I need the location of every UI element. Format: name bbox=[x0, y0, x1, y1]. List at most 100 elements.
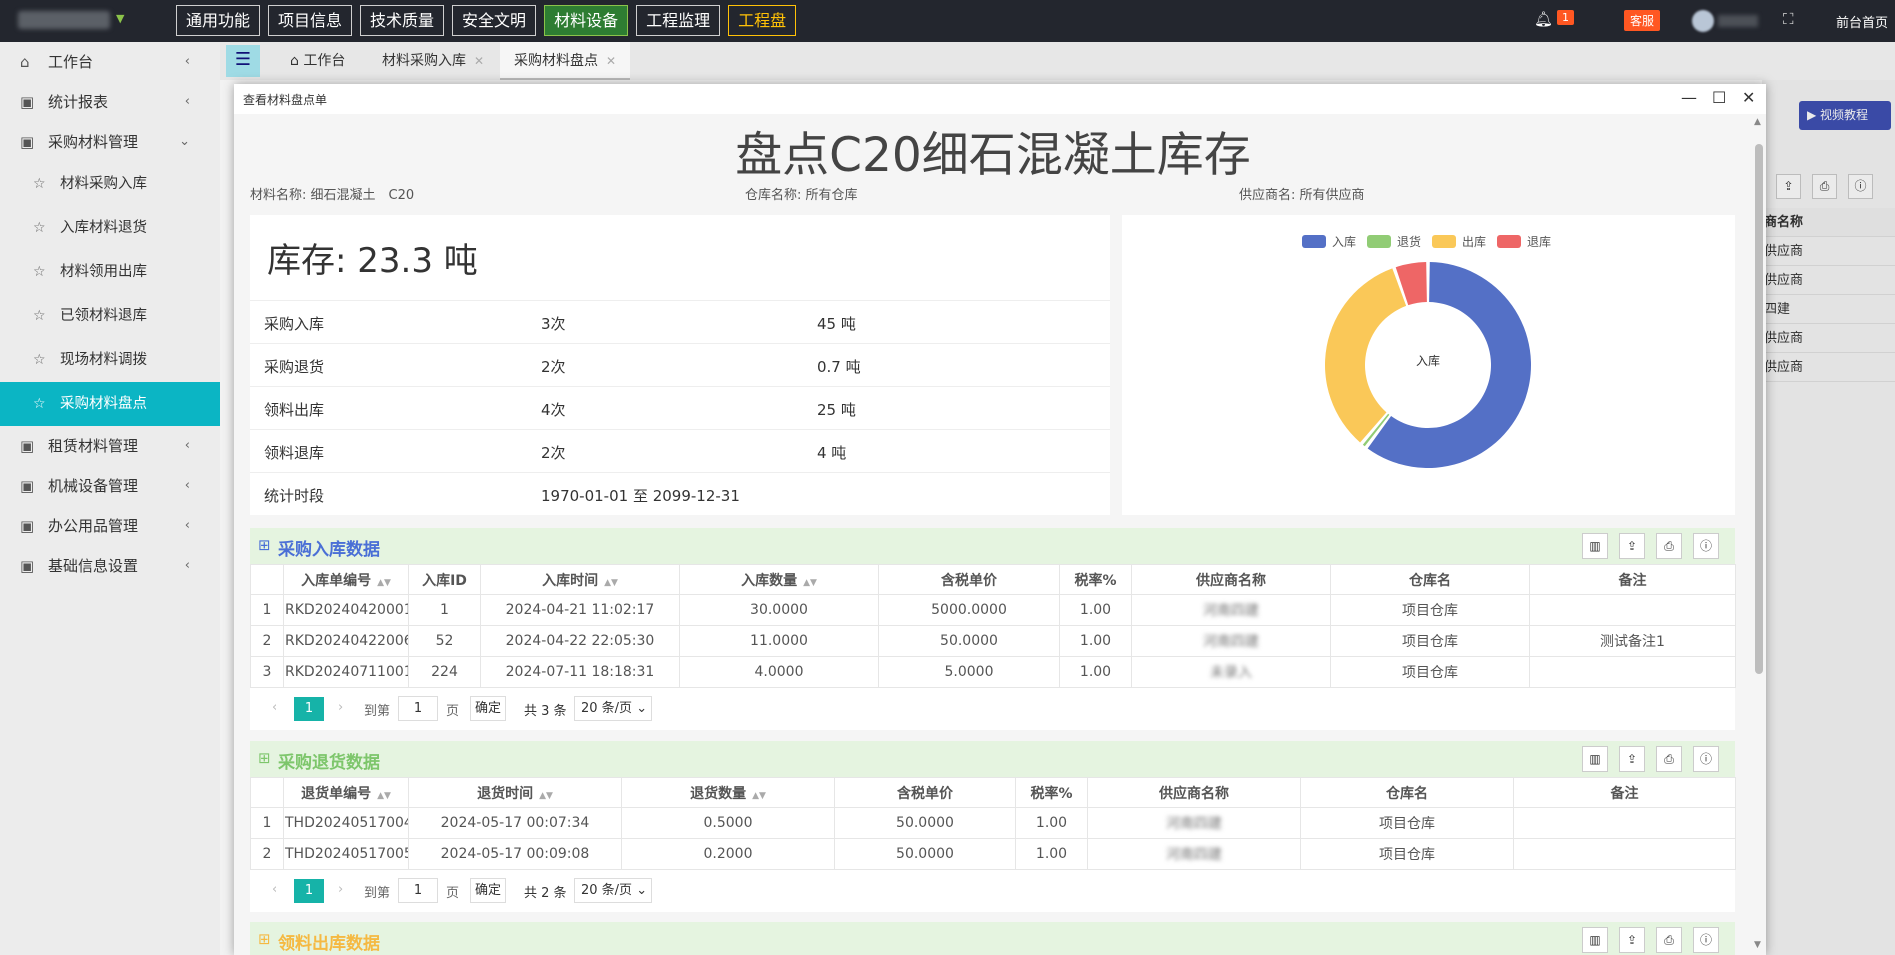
page-current[interactable]: 1 bbox=[294, 697, 324, 721]
report-icon: ▣ bbox=[20, 93, 35, 111]
sidebar-item-office[interactable]: ▣ 办公用品管理 ‹ bbox=[0, 506, 220, 546]
nav-materials[interactable]: 材料设备 bbox=[544, 5, 629, 36]
page-size-select[interactable]: 20 条/页 ⌄ bbox=[574, 878, 652, 903]
sidebar-sub-return[interactable]: ☆ 入库材料退货 bbox=[0, 206, 220, 250]
table-row[interactable]: 2 THD20240517005 2024-05-17 00:09:08 0.2… bbox=[250, 838, 1736, 870]
cell-remark bbox=[1513, 838, 1736, 870]
nav-safety[interactable]: 安全文明 bbox=[452, 5, 537, 36]
scroll-down-icon[interactable]: ▼ bbox=[1754, 940, 1761, 950]
sidebar-item-label: 机械设备管理 bbox=[48, 477, 139, 495]
table-row[interactable]: 1 RKD20240420001 1 2024-04-21 11:02:17 3… bbox=[250, 594, 1736, 626]
sidebar-sub-purchase-in[interactable]: ☆ 材料采购入库 bbox=[0, 162, 220, 206]
supplier-label: 供应商名: bbox=[1239, 188, 1296, 203]
export-icon[interactable]: ⇪ bbox=[1619, 927, 1645, 953]
print-icon[interactable]: ⎙ bbox=[1656, 746, 1682, 772]
sort-icon[interactable]: ▲▼ bbox=[377, 578, 391, 588]
service-button[interactable]: 客服 bbox=[1624, 10, 1661, 31]
cell-time: 2024-04-22 22:05:30 bbox=[480, 625, 680, 657]
sort-icon[interactable]: ▲▼ bbox=[377, 791, 391, 801]
sort-icon[interactable]: ▲▼ bbox=[539, 791, 553, 801]
cell-warehouse: 项目仓库 bbox=[1330, 625, 1530, 657]
cell-supplier: 未录入 bbox=[1131, 656, 1331, 688]
goto-confirm-button[interactable]: 确定 bbox=[470, 878, 506, 903]
donut-slice-出库[interactable] bbox=[1325, 268, 1407, 443]
prev-page-icon[interactable]: ‹ bbox=[272, 700, 277, 715]
sidebar-sub-issue[interactable]: ☆ 材料领用出库 bbox=[0, 250, 220, 294]
minimize-icon[interactable]: — bbox=[1681, 88, 1697, 107]
columns-icon[interactable]: ▥ bbox=[1582, 927, 1608, 953]
sidebar-sub-back-stock[interactable]: ☆ 已领材料退库 bbox=[0, 294, 220, 338]
sort-icon[interactable]: ▲▼ bbox=[803, 578, 817, 588]
user-name[interactable] bbox=[1718, 15, 1758, 27]
sidebar-item-machinery[interactable]: ▣ 机械设备管理 ‹ bbox=[0, 466, 220, 506]
scroll-up-icon[interactable]: ▲ bbox=[1754, 117, 1761, 127]
page-input[interactable]: 1 bbox=[398, 878, 438, 903]
prev-page-icon[interactable]: ‹ bbox=[272, 882, 277, 897]
next-page-icon[interactable]: › bbox=[338, 700, 343, 715]
columns-icon[interactable]: ▥ bbox=[1582, 746, 1608, 772]
sidebar-item-reports[interactable]: ▣ 统计报表 ‹ bbox=[0, 82, 220, 122]
notification-badge: 1 bbox=[1557, 10, 1574, 25]
menu-icon[interactable]: ☰ bbox=[226, 45, 260, 77]
sort-icon[interactable]: ▲▼ bbox=[604, 578, 618, 588]
column-header-sortable[interactable]: 退货时间 ▲▼ bbox=[408, 777, 622, 808]
chart-card: 入库 退货 出库 退库 入库 bbox=[1122, 215, 1735, 515]
close-icon[interactable]: ✕ bbox=[606, 54, 616, 68]
fullscreen-icon[interactable]: ⛶ bbox=[1783, 10, 1794, 28]
page-input[interactable]: 1 bbox=[398, 696, 438, 721]
sidebar-item-rental[interactable]: ▣ 租赁材料管理 ‹ bbox=[0, 426, 220, 466]
nav-tech-quality[interactable]: 技术质量 bbox=[360, 5, 445, 36]
tab-purchase-in[interactable]: 材料采购入库 ✕ bbox=[368, 42, 498, 80]
maximize-icon[interactable]: ☐ bbox=[1712, 88, 1726, 107]
sidebar-sub-inventory[interactable]: ☆ 采购材料盘点 bbox=[0, 382, 220, 426]
export-icon[interactable]: ⇪ bbox=[1619, 533, 1645, 559]
sidebar-item-workbench[interactable]: ⌂ 工作台 ‹ bbox=[0, 42, 220, 82]
supplier-value: 所有供应商 bbox=[1299, 188, 1365, 203]
scrollbar-thumb[interactable] bbox=[1755, 144, 1763, 674]
page-size-select[interactable]: 20 条/页 ⌄ bbox=[574, 696, 652, 721]
column-header-sortable[interactable]: 入库单编号 ▲▼ bbox=[283, 564, 409, 595]
column-header-sortable[interactable]: 入库时间 ▲▼ bbox=[480, 564, 680, 595]
report-icon: ▣ bbox=[20, 133, 35, 151]
info-icon[interactable]: ⓘ bbox=[1693, 927, 1719, 953]
sort-icon[interactable]: ▲▼ bbox=[752, 791, 766, 801]
info-icon[interactable]: ⓘ bbox=[1693, 533, 1719, 559]
table-row[interactable]: 2 RKD20240422006 52 2024-04-22 22:05:30 … bbox=[250, 625, 1736, 657]
cell-warehouse: 项目仓库 bbox=[1330, 656, 1530, 688]
print-icon[interactable]: ⎙ bbox=[1656, 533, 1682, 559]
page-current[interactable]: 1 bbox=[294, 879, 324, 903]
column-header-label: 入库时间 bbox=[542, 572, 599, 589]
cell-supplier: 河南四建 bbox=[1087, 838, 1301, 870]
nav-engineering[interactable]: 工程盘 bbox=[728, 5, 797, 36]
tab-inventory[interactable]: 采购材料盘点 ✕ bbox=[500, 42, 631, 80]
close-icon[interactable]: ✕ bbox=[1742, 88, 1755, 107]
sidebar-sub-transfer[interactable]: ☆ 现场材料调拨 bbox=[0, 338, 220, 382]
close-icon[interactable]: ✕ bbox=[474, 54, 484, 68]
info-icon[interactable]: ⓘ bbox=[1693, 746, 1719, 772]
nav-general[interactable]: 通用功能 bbox=[176, 5, 261, 36]
nav-project-info[interactable]: 项目信息 bbox=[268, 5, 353, 36]
export-icon[interactable]: ⇪ bbox=[1619, 746, 1645, 772]
modal-scrollbar[interactable]: ▲ ▼ bbox=[1752, 114, 1766, 955]
goto-confirm-button[interactable]: 确定 bbox=[470, 696, 506, 721]
column-header-sortable[interactable]: 退货数量 ▲▼ bbox=[621, 777, 835, 808]
table-row[interactable]: 1 THD20240517004 2024-05-17 00:07:34 0.5… bbox=[250, 807, 1736, 839]
tab-workbench[interactable]: ⌂ 工作台 bbox=[276, 42, 359, 80]
cell-quantity: 0.5000 bbox=[621, 807, 835, 839]
column-header: 供应商名称 bbox=[1087, 777, 1301, 808]
logo[interactable] bbox=[18, 11, 110, 29]
nav-supervision[interactable]: 工程监理 bbox=[636, 5, 721, 36]
table-row[interactable]: 3 RKD20240711001 224 2024-07-11 18:18:31… bbox=[250, 656, 1736, 688]
print-icon[interactable]: ⎙ bbox=[1656, 927, 1682, 953]
columns-icon[interactable]: ▥ bbox=[1582, 533, 1608, 559]
bell-icon[interactable]: 🔔︎ bbox=[1534, 10, 1553, 28]
chevron-down-icon[interactable]: ▼ bbox=[116, 12, 124, 25]
avatar[interactable] bbox=[1692, 10, 1714, 32]
sidebar-item-purchase-materials[interactable]: ▣ 采购材料管理 ⌄ bbox=[0, 122, 220, 162]
sidebar-item-basic-settings[interactable]: ▣ 基础信息设置 ‹ bbox=[0, 546, 220, 586]
column-header-sortable[interactable]: 入库数量 ▲▼ bbox=[679, 564, 879, 595]
purchase-return-table: 退货单编号 ▲▼ 退货时间 ▲▼ 退货数量 ▲▼ 含税单价 税率% 供应商名称 仓库名… bbox=[250, 777, 1736, 870]
next-page-icon[interactable]: › bbox=[338, 882, 343, 897]
front-page-link[interactable]: 前台首页 bbox=[1836, 12, 1888, 31]
column-header-sortable[interactable]: 退货单编号 ▲▼ bbox=[283, 777, 409, 808]
